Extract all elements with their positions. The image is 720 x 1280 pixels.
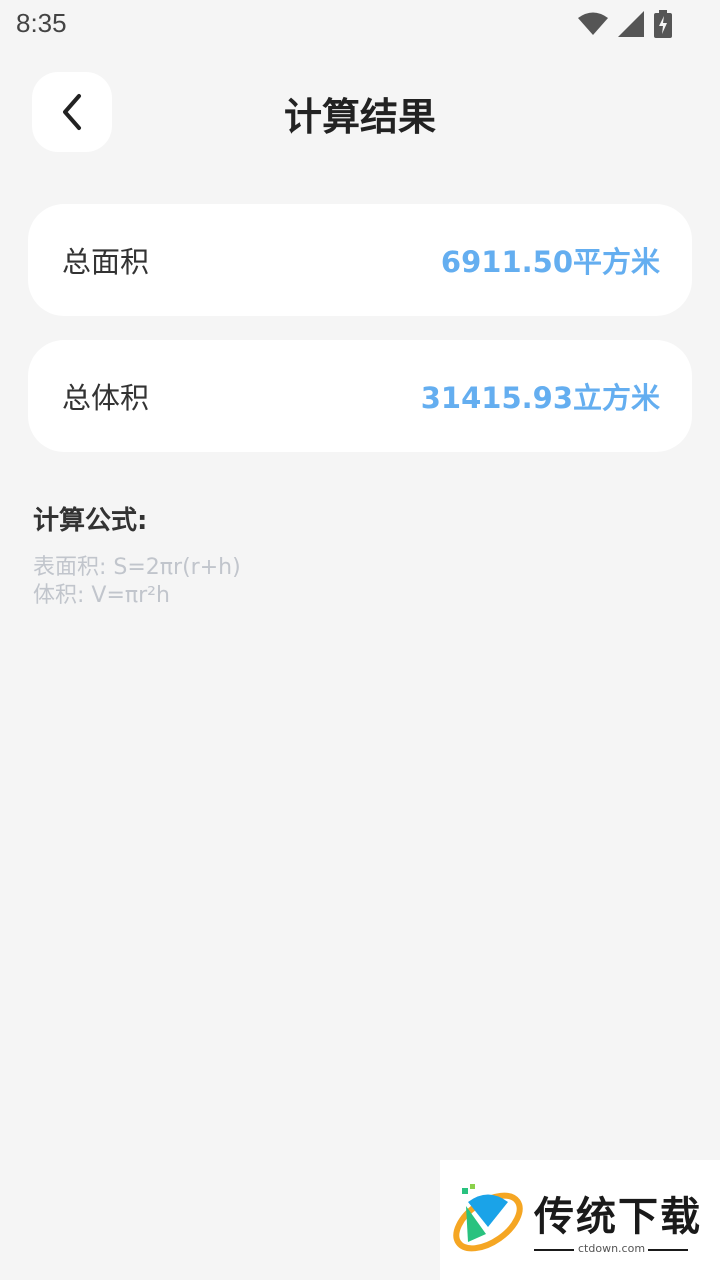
battery-charging-icon — [654, 10, 672, 38]
status-icons — [578, 10, 672, 38]
signal-icon — [618, 11, 644, 37]
page-title: 计算结果 — [283, 95, 436, 139]
wifi-icon — [578, 12, 608, 35]
watermark-logo-icon — [453, 1184, 523, 1252]
watermark-line-left — [534, 1249, 574, 1251]
formula-lines: 表面积: S=2πr(r+h) 体积: V=πr²h — [33, 554, 241, 610]
screen: 8:35 计算结果 总面积 6911.50平方米 总体积 31415.93立方米 — [0, 0, 720, 1280]
total-area-card: 总面积 6911.50平方米 — [28, 204, 692, 316]
formula-title: 计算公式: — [33, 506, 148, 536]
watermark: 传统下载 ctdown.com — [440, 1160, 720, 1280]
watermark-line-right — [648, 1249, 688, 1251]
status-bar: 8:35 — [0, 0, 720, 48]
total-volume-card: 总体积 31415.93立方米 — [28, 340, 692, 452]
total-area-label: 总面积 — [62, 245, 150, 279]
total-volume-value: 31415.93立方米 — [420, 381, 660, 415]
total-area-value: 6911.50平方米 — [440, 245, 660, 279]
watermark-domain: ctdown.com — [578, 1242, 646, 1255]
total-volume-label: 总体积 — [62, 381, 150, 415]
surface-formula: 表面积: S=2πr(r+h) — [33, 555, 241, 580]
volume-formula: 体积: V=πr²h — [33, 583, 170, 608]
status-time: 8:35 — [16, 8, 67, 38]
watermark-brand: 传统下载 — [534, 1194, 702, 1240]
